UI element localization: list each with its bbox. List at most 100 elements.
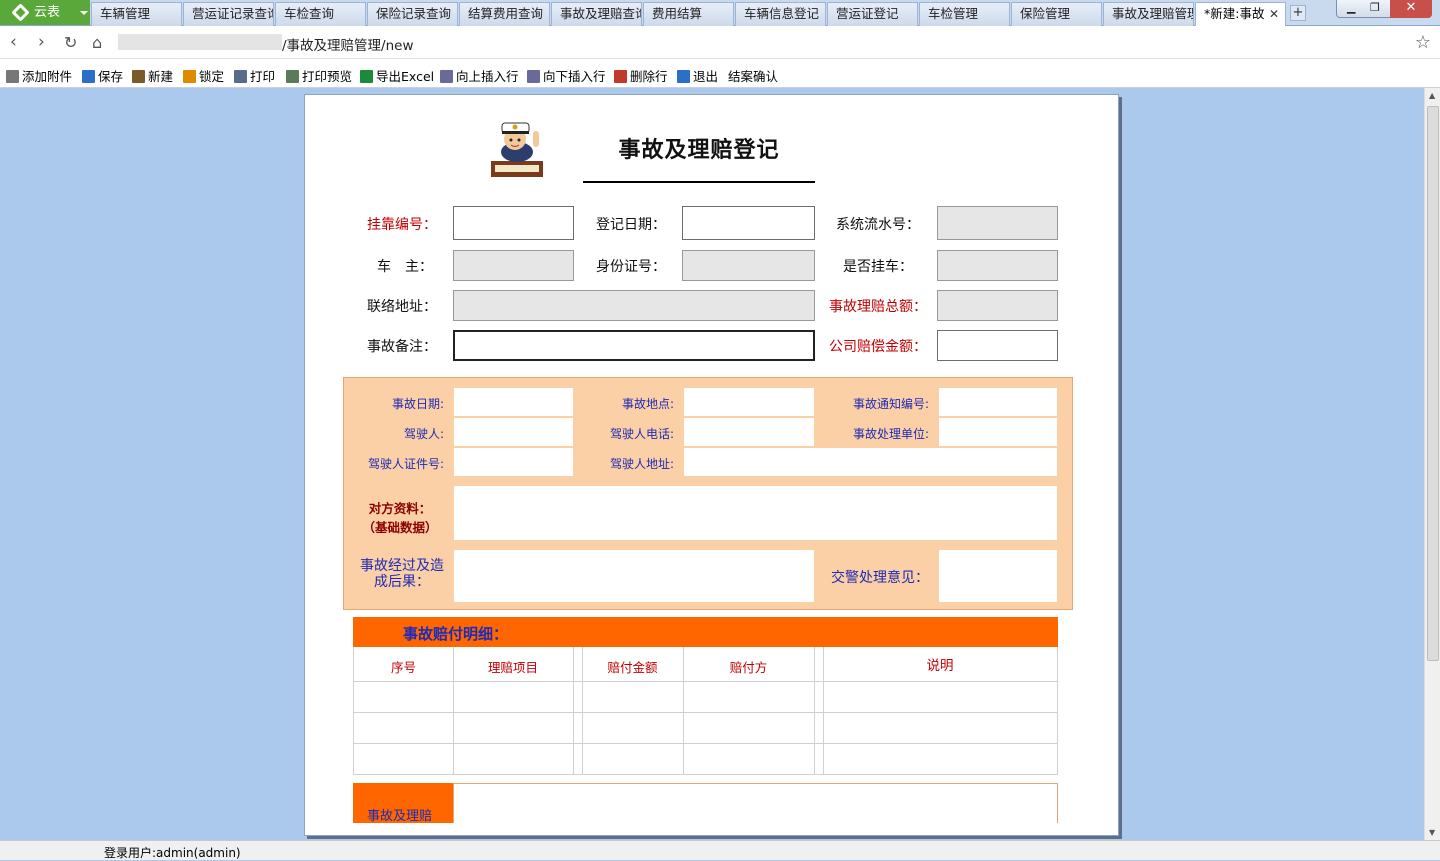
app-name: 云表 xyxy=(34,5,61,20)
driver-input[interactable] xyxy=(454,418,573,446)
toolbar-button-label: 保存 xyxy=(98,69,124,84)
tab-item[interactable]: 营运证记录查询 xyxy=(183,2,274,26)
toolbar-button-label: 向上插入行 xyxy=(456,69,519,84)
driver-addr-label: 驾驶人地址: xyxy=(609,457,674,471)
vertical-scrollbar[interactable]: ▲ ▼ xyxy=(1424,88,1440,840)
address-label: 联络地址： xyxy=(367,299,437,315)
status-bar: 登录用户:admin(admin) xyxy=(0,840,1440,860)
app-menu-button[interactable]: 云表 xyxy=(0,0,90,25)
bookmark-star-icon[interactable]: ☆ xyxy=(1415,32,1431,53)
toolbar-button[interactable]: 向上插入行 xyxy=(440,66,519,85)
scroll-down-icon[interactable]: ▼ xyxy=(1429,828,1435,837)
close-window-icon[interactable]: ✕ xyxy=(1390,0,1432,18)
home-icon[interactable]: ⌂ xyxy=(92,34,102,51)
tab-label: 保险管理 xyxy=(1020,6,1071,21)
toolbar: 添加附件 保存 新建 锁定 打印 打印预览 导出Excel 向上插入行 向下插入行 删除行 退出 结案… xyxy=(0,59,1440,88)
tab-item[interactable]: 车辆信息登记 xyxy=(735,2,826,26)
accident-footer-label: 事故及理赔 xyxy=(367,809,433,824)
accident-place-input[interactable] xyxy=(684,388,814,416)
is-affiliated-field xyxy=(937,250,1058,281)
register-date-label: 登记日期： xyxy=(596,217,666,233)
forward-icon[interactable]: › xyxy=(38,34,45,51)
id-no-label: 身份证号： xyxy=(596,259,666,275)
tab-item[interactable]: 结算费用查询 xyxy=(459,2,550,26)
table-row[interactable] xyxy=(354,743,1057,744)
other-party-sublabel: （基础数据） xyxy=(362,520,438,535)
register-date-input[interactable] xyxy=(682,206,815,240)
toolbar-button[interactable]: 退出 xyxy=(677,66,718,85)
app-logo-icon xyxy=(11,3,30,22)
claim-total-field xyxy=(937,290,1058,321)
tab-label: 费用结算 xyxy=(652,6,703,21)
claim-detail-title: 事故赔付明细： xyxy=(403,625,509,643)
minimize-icon[interactable]: ▁ xyxy=(1347,1,1355,14)
police-opinion-label: 交警处理意见： xyxy=(831,570,929,586)
driver-cert-input[interactable] xyxy=(454,448,573,476)
tab-item[interactable]: 营运证登记 xyxy=(827,2,918,26)
tab-item[interactable]: *新建:事故 ✕ xyxy=(1195,2,1286,26)
accident-footer-input[interactable] xyxy=(453,783,1058,823)
tab-item[interactable]: 车辆管理 xyxy=(91,2,182,26)
restore-icon[interactable]: ❐ xyxy=(1370,1,1380,14)
col-header-payer: 赔付方 xyxy=(729,660,768,675)
accident-footer-label-cell: 事故及理赔 xyxy=(353,783,453,824)
notice-no-input[interactable] xyxy=(939,388,1057,416)
table-row[interactable] xyxy=(354,681,1057,682)
is-affiliated-label: 是否挂车： xyxy=(843,259,913,275)
toolbar-button[interactable]: 删除行 xyxy=(614,66,668,85)
col-divider xyxy=(814,647,815,775)
print-preview-icon xyxy=(286,70,299,83)
delete-row-icon xyxy=(614,70,627,83)
company-comp-input[interactable] xyxy=(937,330,1058,361)
driver-phone-input[interactable] xyxy=(684,418,814,446)
toolbar-button[interactable]: 新建 xyxy=(132,66,173,85)
toolbar-button[interactable]: 添加附件 xyxy=(6,66,72,85)
handling-unit-label: 事故处理单位: xyxy=(852,427,929,441)
tab-bar: 云表 车辆管理 营运证记录查询 车检查询 保险记录查询 结算费用查询 事故及理赔查询 费用结… xyxy=(0,0,1440,26)
tab-item[interactable]: 保险记录查询 xyxy=(367,2,458,26)
toolbar-button[interactable]: 结案确认 xyxy=(728,66,778,85)
affiliation-no-input[interactable] xyxy=(453,206,574,240)
scroll-up-icon[interactable]: ▲ xyxy=(1429,91,1435,100)
back-icon[interactable]: ‹ xyxy=(10,34,17,51)
handling-unit-input[interactable] xyxy=(939,418,1057,446)
tab-label: 事故及理赔查询 xyxy=(560,6,642,21)
police-opinion-input[interactable] xyxy=(939,550,1057,602)
close-tab-icon[interactable]: ✕ xyxy=(1269,3,1279,25)
tab-item[interactable]: 事故及理赔查询 xyxy=(551,2,642,26)
toolbar-button-label: 向下插入行 xyxy=(543,69,606,84)
toolbar-button[interactable]: 保存 xyxy=(82,66,123,85)
tab-item[interactable]: 费用结算 xyxy=(643,2,734,26)
url-path[interactable]: /事故及理赔管理/new xyxy=(282,34,414,54)
toolbar-button[interactable]: 向下插入行 xyxy=(527,66,606,85)
accident-date-input[interactable] xyxy=(454,388,573,416)
toolbar-button-label: 打印 xyxy=(250,69,276,84)
toolbar-button[interactable]: 打印 xyxy=(234,66,275,85)
accident-process-label: 事故经过及造成后果： xyxy=(360,558,444,590)
owner-label: 车 主： xyxy=(377,259,433,275)
affiliation-no-label: 挂靠编号： xyxy=(367,217,437,233)
tab-label: 营运证登记 xyxy=(836,6,899,21)
toolbar-button[interactable]: 导出Excel xyxy=(360,66,434,85)
tab-item[interactable]: 保险管理 xyxy=(1011,2,1102,26)
table-row[interactable] xyxy=(354,712,1057,713)
tab-item[interactable]: 车检管理 xyxy=(919,2,1010,26)
accident-process-input[interactable] xyxy=(454,550,814,602)
toolbar-button-label: 打印预览 xyxy=(302,69,353,84)
other-party-input[interactable] xyxy=(454,486,1057,540)
driver-cert-label: 驾驶人证件号: xyxy=(367,457,444,471)
claim-detail-header: 事故赔付明细： xyxy=(353,617,1058,647)
new-tab-button[interactable]: + xyxy=(1290,5,1306,21)
login-user-status: 登录用户:admin(admin) xyxy=(104,846,241,860)
scrollbar-thumb[interactable] xyxy=(1427,106,1439,661)
toolbar-button[interactable]: 锁定 xyxy=(183,66,224,85)
tab-item[interactable]: 车检查询 xyxy=(275,2,366,26)
driver-addr-input[interactable] xyxy=(684,448,1057,476)
col-header-note: 说明 xyxy=(926,658,954,674)
excel-icon xyxy=(360,70,373,83)
remark-input[interactable] xyxy=(453,330,815,361)
toolbar-button[interactable]: 打印预览 xyxy=(286,66,352,85)
col-header-seq: 序号 xyxy=(390,660,416,675)
tab-item[interactable]: 事故及理赔管理 xyxy=(1103,2,1194,26)
refresh-icon[interactable]: ↻ xyxy=(64,34,77,51)
